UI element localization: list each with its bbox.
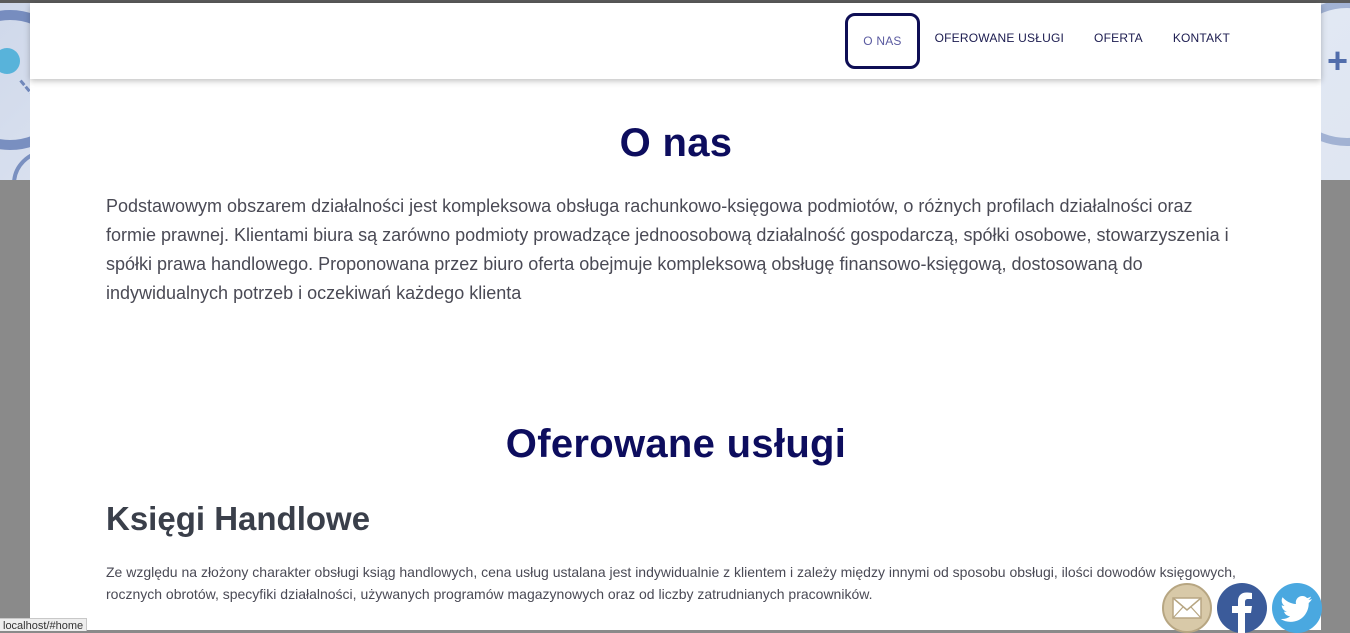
status-bar-url: localhost/#home [0, 618, 88, 631]
about-text: Podstawowym obszarem działalności jest k… [106, 196, 1229, 303]
services-heading: Oferowane usługi [505, 422, 847, 466]
ksiegi-handlowe-heading: Księgi Handlowe [106, 500, 371, 537]
nav-item-kontakt[interactable]: KONTAKT [1158, 13, 1245, 69]
plus-icon: + [1326, 40, 1348, 81]
navbar: O NAS OFEROWANE USŁUGI OFERTA KONTAKT [30, 3, 1321, 79]
content-card: O NAS OFEROWANE USŁUGI OFERTA KONTAKT O … [30, 3, 1321, 630]
nav-item-oferta[interactable]: OFERTA [1079, 13, 1158, 69]
ksiegi-handlowe-text: Ze względu na złożony charakter obsługi … [106, 564, 1236, 602]
nav-item-oferowane-uslugi[interactable]: OFEROWANE USŁUGI [920, 13, 1079, 69]
twitter-icon[interactable] [1272, 583, 1322, 633]
email-icon[interactable] [1162, 583, 1212, 633]
nav-item-o-nas[interactable]: O NAS [845, 13, 920, 69]
about-heading: O nas [619, 121, 733, 165]
main-nav: O NAS OFEROWANE USŁUGI OFERTA KONTAKT [845, 13, 1245, 69]
facebook-icon[interactable] [1217, 583, 1267, 633]
